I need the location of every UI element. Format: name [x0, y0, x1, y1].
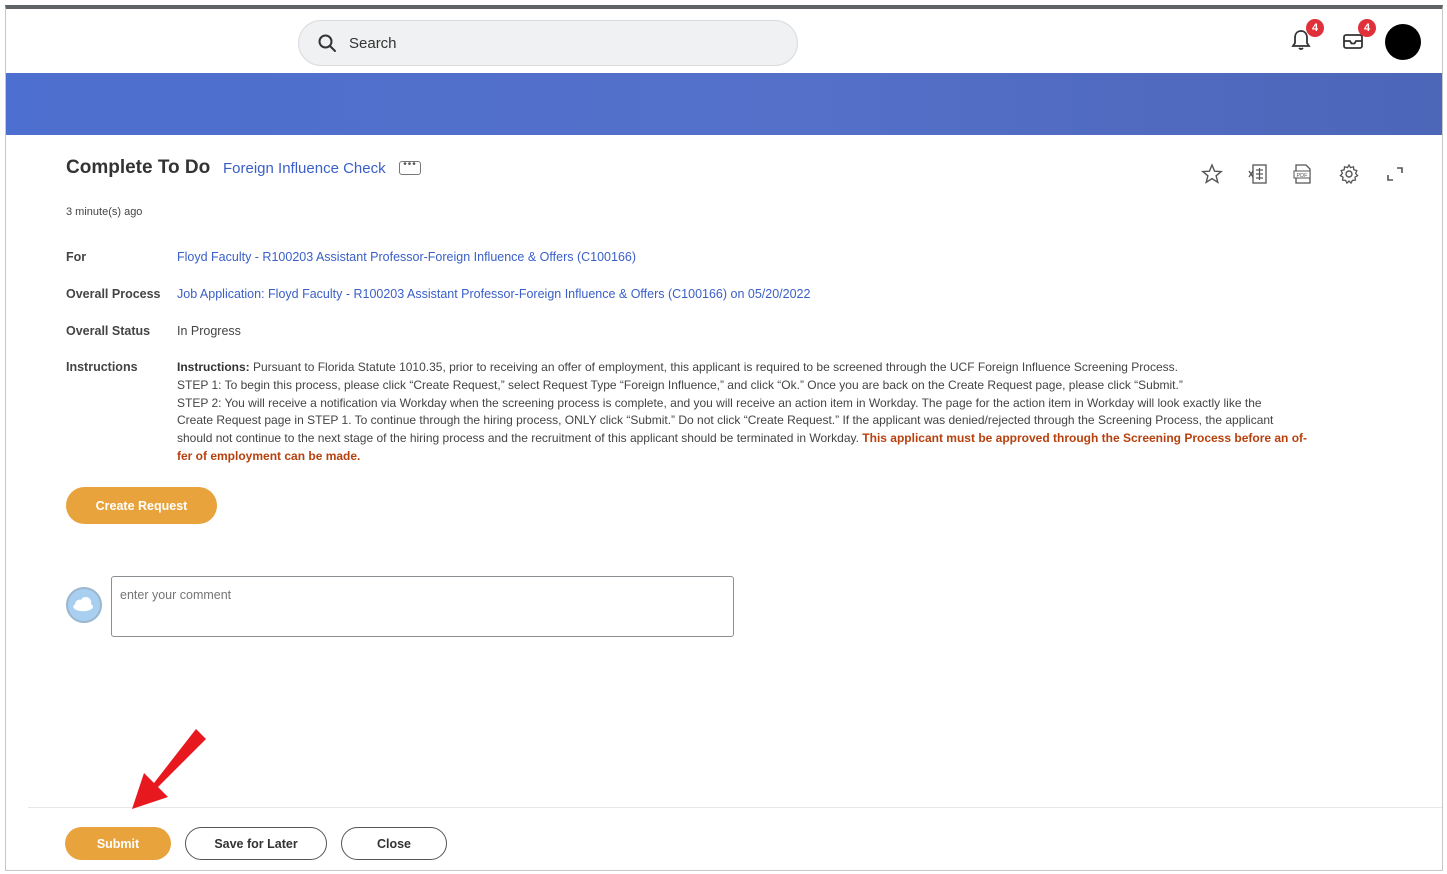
warning-text-b: fer of employment can be made.: [177, 448, 361, 463]
create-request-button[interactable]: Create Request: [66, 487, 217, 524]
comment-input[interactable]: [111, 576, 734, 637]
related-actions-button[interactable]: •••: [399, 160, 421, 175]
warning-text-a: This applicant must be approved through …: [862, 431, 1308, 446]
top-bar: Search 4 4: [6, 9, 1442, 73]
instructions-line-4: Create Request page in STEP 1. To contin…: [177, 413, 1274, 428]
expand-icon[interactable]: [1384, 163, 1406, 185]
search-bar[interactable]: Search: [298, 20, 798, 66]
pdf-icon[interactable]: PDF: [1292, 163, 1314, 185]
svg-text:PDF: PDF: [1297, 173, 1309, 179]
for-link[interactable]: Floyd Faculty - R100203 Assistant Profes…: [177, 250, 636, 264]
for-label: For: [66, 250, 87, 264]
page-banner: [6, 73, 1442, 135]
instructions-label: Instructions: [66, 360, 138, 374]
commenter-avatar: [66, 587, 102, 623]
cloud-icon: [73, 597, 93, 612]
task-link[interactable]: Foreign Influence Check: [223, 160, 386, 177]
gear-icon[interactable]: [1338, 163, 1360, 185]
overall-status-label: Overall Status: [66, 324, 151, 338]
save-for-later-button[interactable]: Save for Later: [185, 827, 327, 860]
submit-button[interactable]: Submit: [65, 827, 171, 860]
star-icon[interactable]: [1201, 163, 1223, 185]
inbox-badge: 4: [1358, 19, 1376, 37]
overall-process-label: Overall Process: [66, 287, 161, 301]
instructions-lead: Instructions:: [177, 360, 250, 374]
notifications-button[interactable]: 4: [1288, 19, 1324, 53]
close-button[interactable]: Close: [341, 827, 447, 860]
user-avatar[interactable]: [1385, 24, 1421, 60]
instructions-text: Instructions: Pursuant to Florida Statut…: [177, 359, 1402, 466]
instructions-line-1: Instructions: Pursuant to Florida Statut…: [177, 359, 1402, 377]
excel-icon[interactable]: [1247, 163, 1269, 185]
instructions-line-3: STEP 2: You will receive a notification …: [177, 395, 1262, 410]
instructions-line-2: STEP 1: To begin this process, please cl…: [177, 377, 1183, 392]
overall-process-link[interactable]: Job Application: Floyd Faculty - R100203…: [177, 287, 810, 301]
footer-divider: [28, 807, 1442, 808]
timestamp: 3 minute(s) ago: [66, 206, 143, 218]
page-title: Complete To Do: [66, 157, 211, 178]
instructions-line-5-text: should not continue to the next stage of…: [177, 431, 863, 446]
notifications-badge: 4: [1306, 19, 1324, 37]
instructions-line-5: should not continue to the next stage of…: [177, 430, 1402, 448]
search-icon: [318, 34, 336, 52]
search-label: Search: [349, 34, 397, 52]
app-window: Search 4 4 Complete To Do Foreign Influe…: [5, 5, 1443, 871]
inbox-button[interactable]: 4: [1340, 19, 1376, 53]
overall-status-value: In Progress: [177, 324, 241, 338]
red-arrow: [132, 729, 206, 809]
instructions-line-1-text: Pursuant to Florida Statute 1010.35, pri…: [249, 360, 1178, 374]
